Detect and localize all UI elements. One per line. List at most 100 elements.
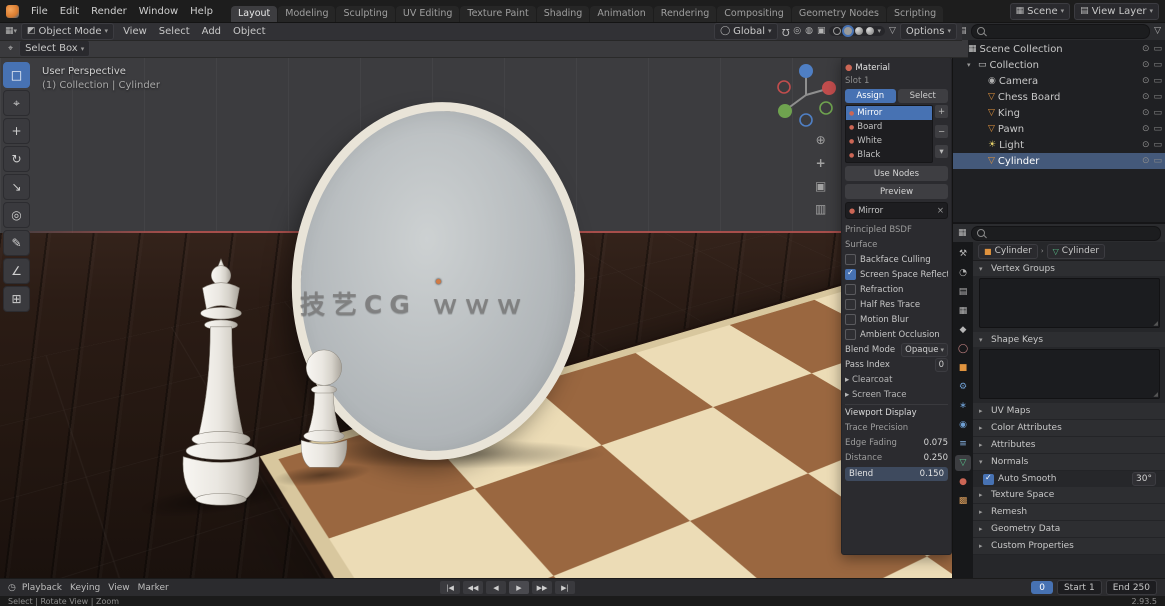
proportional-editing-icon[interactable]: ◎	[793, 26, 801, 36]
menu-render[interactable]: Render	[85, 5, 133, 18]
tool-add-cube[interactable]: ⊞	[3, 286, 30, 312]
outliner-item-collection[interactable]: ▾▭Collection⊙▭	[953, 57, 1165, 73]
visibility-eye-icon[interactable]: ⊙	[1142, 156, 1150, 166]
tab-rendering[interactable]: Rendering	[654, 6, 717, 22]
mode-dropdown[interactable]: ◩ Object Mode ▾	[21, 23, 114, 40]
xray-icon[interactable]: ▣	[817, 26, 826, 36]
visibility-eye-icon[interactable]: ⊙	[1142, 140, 1150, 150]
tab-animation[interactable]: Animation	[590, 6, 652, 22]
next-key-button[interactable]: ▶▶	[532, 581, 552, 594]
tab-shading[interactable]: Shading	[537, 6, 590, 22]
panel-header-normals[interactable]: ▾Normals	[973, 454, 1165, 471]
camera-view-icon[interactable]: ▣	[815, 179, 826, 193]
navigation-gizmo[interactable]	[772, 61, 840, 129]
checkbox-icon[interactable]	[845, 284, 856, 295]
tab-compositing[interactable]: Compositing	[717, 6, 791, 22]
material-slot[interactable]: ●White	[846, 134, 932, 148]
play-reverse-button[interactable]: ◀	[486, 581, 506, 594]
material-name-field[interactable]: ● Mirror ×	[845, 202, 948, 219]
slider-blend[interactable]: Blend0.150	[845, 467, 948, 481]
viewport-menu-view[interactable]: View	[118, 26, 152, 37]
checkbox-motion-blur[interactable]: Motion Blur	[845, 312, 948, 327]
checkbox-icon[interactable]	[845, 314, 856, 325]
checkbox-screen-space-reflections[interactable]: Screen Space Reflections	[845, 267, 948, 282]
render-visibility-icon[interactable]: ▭	[1153, 156, 1162, 166]
jump-end-button[interactable]: ▶|	[555, 581, 575, 594]
material-slot[interactable]: ●Mirror	[846, 106, 932, 120]
render-visibility-icon[interactable]: ▭	[1153, 76, 1162, 86]
disclosure-icon[interactable]: ▾	[967, 61, 975, 69]
prev-key-button[interactable]: ◀◀	[463, 581, 483, 594]
filter-funnel-icon[interactable]: ▽	[889, 26, 896, 36]
dropdown-value[interactable]: Opaque▾	[901, 343, 948, 357]
visibility-eye-icon[interactable]: ⊙	[1142, 76, 1150, 86]
tool-rotate[interactable]: ↻	[3, 146, 30, 172]
dropdown-blend-mode[interactable]: Blend ModeOpaque▾	[845, 342, 948, 357]
gizmo-z-axis[interactable]	[799, 64, 813, 78]
shading-rendered-icon[interactable]	[866, 27, 874, 35]
viewport-menu-add[interactable]: Add	[197, 26, 226, 37]
outliner-item-pawn[interactable]: ▽Pawn⊙▭	[953, 121, 1165, 137]
options-dropdown[interactable]: Options ▾	[900, 23, 957, 40]
shading-wireframe-icon[interactable]	[833, 27, 841, 35]
checkbox-ambient-occlusion[interactable]: Ambient Occlusion	[845, 327, 948, 342]
tool-cursor[interactable]: ⌖	[3, 90, 30, 116]
tab-layout[interactable]: Layout	[231, 6, 277, 22]
properties-tab-object-data[interactable]: ▽	[955, 455, 971, 471]
panel-header-shape-keys[interactable]: ▾Shape Keys	[973, 332, 1165, 347]
panel-header-attributes[interactable]: ▸Attributes	[973, 437, 1165, 454]
checkbox-refraction[interactable]: Refraction	[845, 282, 948, 297]
panel-header-texture-space[interactable]: ▸Texture Space	[973, 487, 1165, 504]
outliner-search-input[interactable]	[971, 24, 1151, 39]
outliner-item-camera[interactable]: ◉Camera⊙▭	[953, 73, 1165, 89]
menu-window[interactable]: Window	[133, 5, 184, 18]
frame-end-field[interactable]: End 250	[1106, 580, 1157, 595]
properties-tab-particles[interactable]: ∗	[955, 398, 971, 414]
shading-material-icon[interactable]	[855, 27, 863, 35]
viewport-3d[interactable]: 技艺CG ｗｗｗ User Perspective (1) Collection…	[0, 57, 952, 580]
panel-header-vertex-groups[interactable]: ▾Vertex Groups	[973, 261, 1165, 276]
overlays-icon[interactable]: ◍	[805, 26, 813, 36]
timeline-menu-view[interactable]: View	[108, 583, 129, 593]
zoom-icon[interactable]: ⊕	[816, 133, 826, 147]
timeline-menu-playback[interactable]: Playback	[22, 583, 62, 593]
shading-solid-icon[interactable]	[844, 27, 852, 35]
orientation-dropdown[interactable]: ◯ Global ▾	[714, 23, 778, 40]
chess-king[interactable]	[166, 257, 276, 509]
panel-section-viewport-display[interactable]: Viewport Display	[845, 404, 948, 420]
tool-select-box[interactable]: □	[3, 62, 30, 88]
breadcrumb-item-cylinder[interactable]: ■Cylinder	[978, 244, 1038, 259]
visibility-eye-icon[interactable]: ⊙	[1142, 44, 1150, 54]
panel-header-remesh[interactable]: ▸Remesh	[973, 504, 1165, 521]
outliner-item-king[interactable]: ▽King⊙▭	[953, 105, 1165, 121]
auto-smooth-row[interactable]: Auto Smooth30°	[973, 471, 1165, 487]
render-visibility-icon[interactable]: ▭	[1153, 108, 1162, 118]
current-frame-field[interactable]: 0	[1031, 581, 1053, 594]
tab-sculpting[interactable]: Sculpting	[336, 6, 394, 22]
tool-measure[interactable]: ∠	[3, 258, 30, 284]
editor-type-icon[interactable]: ▦	[958, 228, 967, 238]
properties-tab-view-layer[interactable]: ▦	[955, 303, 971, 319]
field-value[interactable]: 0	[935, 358, 948, 372]
outliner-item-light[interactable]: ☀Light⊙▭	[953, 137, 1165, 153]
pan-icon[interactable]: +	[816, 156, 826, 170]
properties-tab-physics[interactable]: ◉	[955, 417, 971, 433]
properties-tab-render[interactable]: ◔	[955, 265, 971, 281]
gizmo-z-neg[interactable]	[800, 114, 812, 126]
checkbox-icon[interactable]	[845, 299, 856, 310]
assign-button[interactable]: Assign	[845, 89, 896, 103]
properties-tab-tool[interactable]: ⚒	[955, 246, 971, 262]
preview-button[interactable]: Preview	[845, 184, 948, 199]
panel-link-screen-trace[interactable]: ▸ Screen Trace	[845, 387, 948, 402]
slot-specials-button[interactable]: ▾	[935, 145, 948, 158]
visibility-eye-icon[interactable]: ⊙	[1142, 124, 1150, 134]
panel-link-clearcoat[interactable]: ▸ Clearcoat	[845, 372, 948, 387]
viewport-menu-select[interactable]: Select	[154, 26, 195, 37]
properties-tab-object[interactable]: ■	[955, 360, 971, 376]
menu-edit[interactable]: Edit	[54, 5, 85, 18]
play-button[interactable]: ▶	[509, 581, 529, 594]
tool-transform[interactable]: ◎	[3, 202, 30, 228]
perspective-toggle-icon[interactable]: ▥	[815, 202, 826, 216]
checkbox-icon[interactable]	[845, 329, 856, 340]
blender-logo-icon[interactable]	[6, 5, 19, 18]
